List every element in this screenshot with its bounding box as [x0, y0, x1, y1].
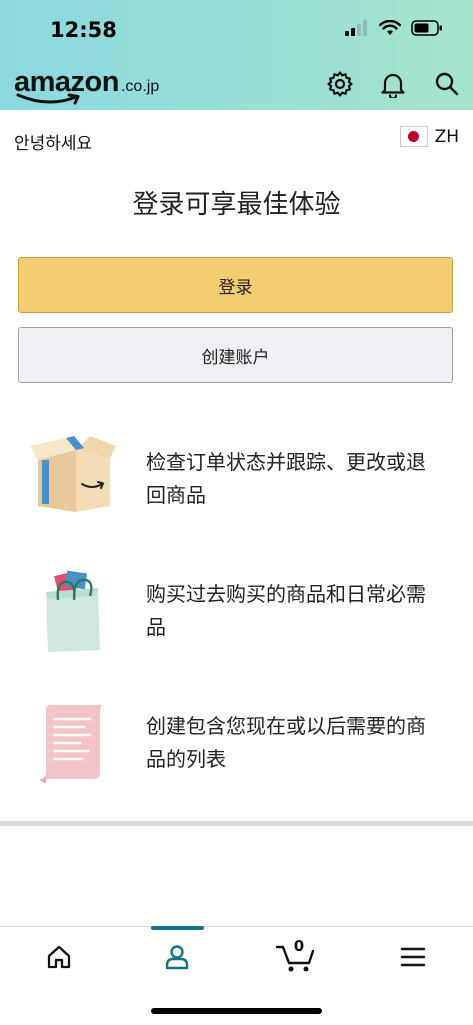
japan-flag-icon [399, 126, 428, 147]
feature-text-buy-again: 购买过去购买的商品和日常必需 品 [146, 578, 456, 644]
feature-text-orders: 检查订单状态并跟踪、更改或退 回商品 [146, 446, 456, 512]
tab-home[interactable] [0, 927, 118, 987]
account-icon [165, 945, 189, 970]
tab-cart[interactable] [236, 927, 354, 987]
active-tab-indicator [151, 926, 204, 930]
home-icon [47, 945, 71, 969]
wifi-icon [379, 20, 401, 35]
bell-icon[interactable] [379, 70, 407, 98]
greeting-text: 안녕하세요 [14, 134, 93, 154]
tab-account[interactable] [118, 927, 236, 987]
amazon-smile-icon [16, 93, 80, 105]
create-account-button[interactable]: 创建账户 [18, 327, 453, 383]
sign-in-button[interactable]: 登录 [18, 257, 453, 313]
feature-line: 回商品 [146, 483, 206, 507]
language-code: ZH [434, 126, 459, 147]
feature-text-lists: 创建包含您现在或以后需要的商 品的列表 [146, 710, 456, 776]
status-time: 12:58 [50, 18, 117, 42]
shopping-bag-icon [46, 570, 100, 652]
status-icons [345, 20, 443, 36]
app-header: 12:58 amazon .co.jp [0, 0, 473, 110]
cellular-signal-icon [345, 20, 367, 36]
gear-icon[interactable] [326, 70, 354, 98]
logo-domain: .co.jp [120, 78, 160, 95]
home-indicator [151, 1008, 322, 1014]
feature-line: 检查订单状态并跟踪、更改或退 [146, 450, 426, 474]
feature-line: 品的列表 [146, 747, 226, 771]
page-headline: 登录可享最佳体验 [132, 190, 341, 220]
feature-line: 创建包含您现在或以后需要的商 [146, 714, 426, 738]
section-divider [0, 821, 473, 826]
list-scroll-icon [40, 705, 104, 783]
menu-icon [400, 947, 426, 967]
package-box-icon [30, 436, 116, 512]
battery-icon [411, 20, 442, 36]
feature-line: 品 [146, 615, 166, 639]
feature-line: 购买过去购买的商品和日常必需 [146, 582, 426, 606]
tab-menu[interactable] [354, 927, 472, 987]
cart-count-badge: 0 [293, 937, 305, 955]
language-selector[interactable]: ZH [399, 126, 459, 147]
search-icon[interactable] [433, 70, 461, 98]
